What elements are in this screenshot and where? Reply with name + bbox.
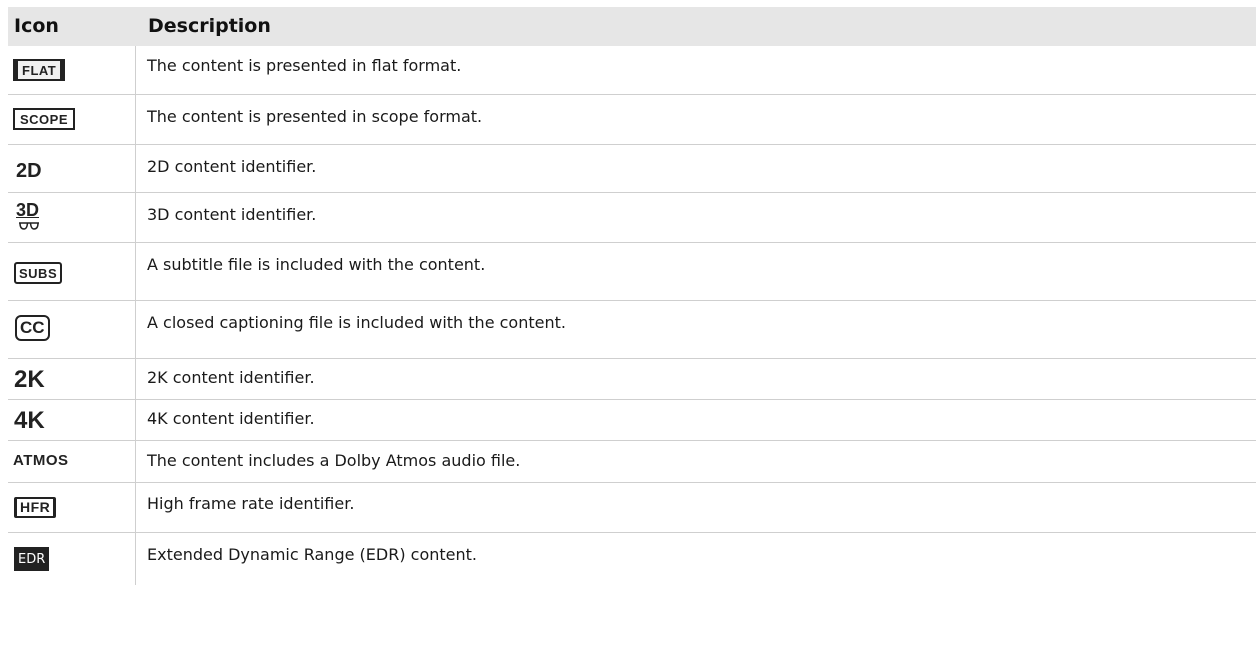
3d-glasses-icon [19,222,39,230]
edr-icon: EDR [14,547,50,571]
header-icon: Icon [14,15,59,37]
table-row: CC A closed captioning file is included … [8,301,1256,359]
row-description: A closed captioning file is included wit… [147,313,566,332]
row-description: The content includes a Dolby Atmos audio… [147,451,521,470]
subtitles-icon: SUBS [14,262,63,284]
closed-captioning-icon: CC [15,315,50,341]
hfr-icon: HFR [14,497,57,518]
row-description: 4K content identifier. [147,409,315,428]
header-description: Description [148,15,271,37]
table-row: SCOPE The content is presented in scope … [8,95,1256,145]
row-description: Extended Dynamic Range (EDR) content. [147,545,477,564]
row-description: 2D content identifier. [147,157,317,176]
atmos-audio-icon: ATMOS [13,452,69,469]
row-description: The content is presented in scope format… [147,107,483,126]
icon-description-table: Icon Description FLAT The content is pre… [8,7,1256,585]
flat-format-icon: FLAT [13,59,66,81]
2d-content-icon: 2D [16,160,42,182]
scope-format-icon: SCOPE [13,108,76,130]
table-row: 2D 2D content identifier. [8,145,1256,193]
table-row: EDR Extended Dynamic Range (EDR) content… [8,533,1256,585]
table-header-row: Icon Description [8,7,1256,46]
table-row: HFR High frame rate identifier. [8,483,1256,533]
row-description: High frame rate identifier. [147,494,355,513]
3d-content-icon: 3D [16,201,46,235]
row-description: A subtitle file is included with the con… [147,255,486,274]
table-row: 3D 3D content identifier. [8,193,1256,243]
2k-content-icon: 2K [14,366,45,393]
table-row: 4K 4K content identifier. [8,400,1256,441]
table-row: FLAT The content is presented in flat fo… [8,46,1256,95]
row-description: 3D content identifier. [147,205,317,224]
row-description: 2K content identifier. [147,368,315,387]
row-description: The content is presented in flat format. [147,56,462,75]
3d-icon-label: 3D [16,200,40,220]
table-row: 2K 2K content identifier. [8,359,1256,400]
4k-content-icon: 4K [14,407,45,434]
table-row: ATMOS The content includes a Dolby Atmos… [8,441,1256,483]
table-row: SUBS A subtitle file is included with th… [8,243,1256,301]
